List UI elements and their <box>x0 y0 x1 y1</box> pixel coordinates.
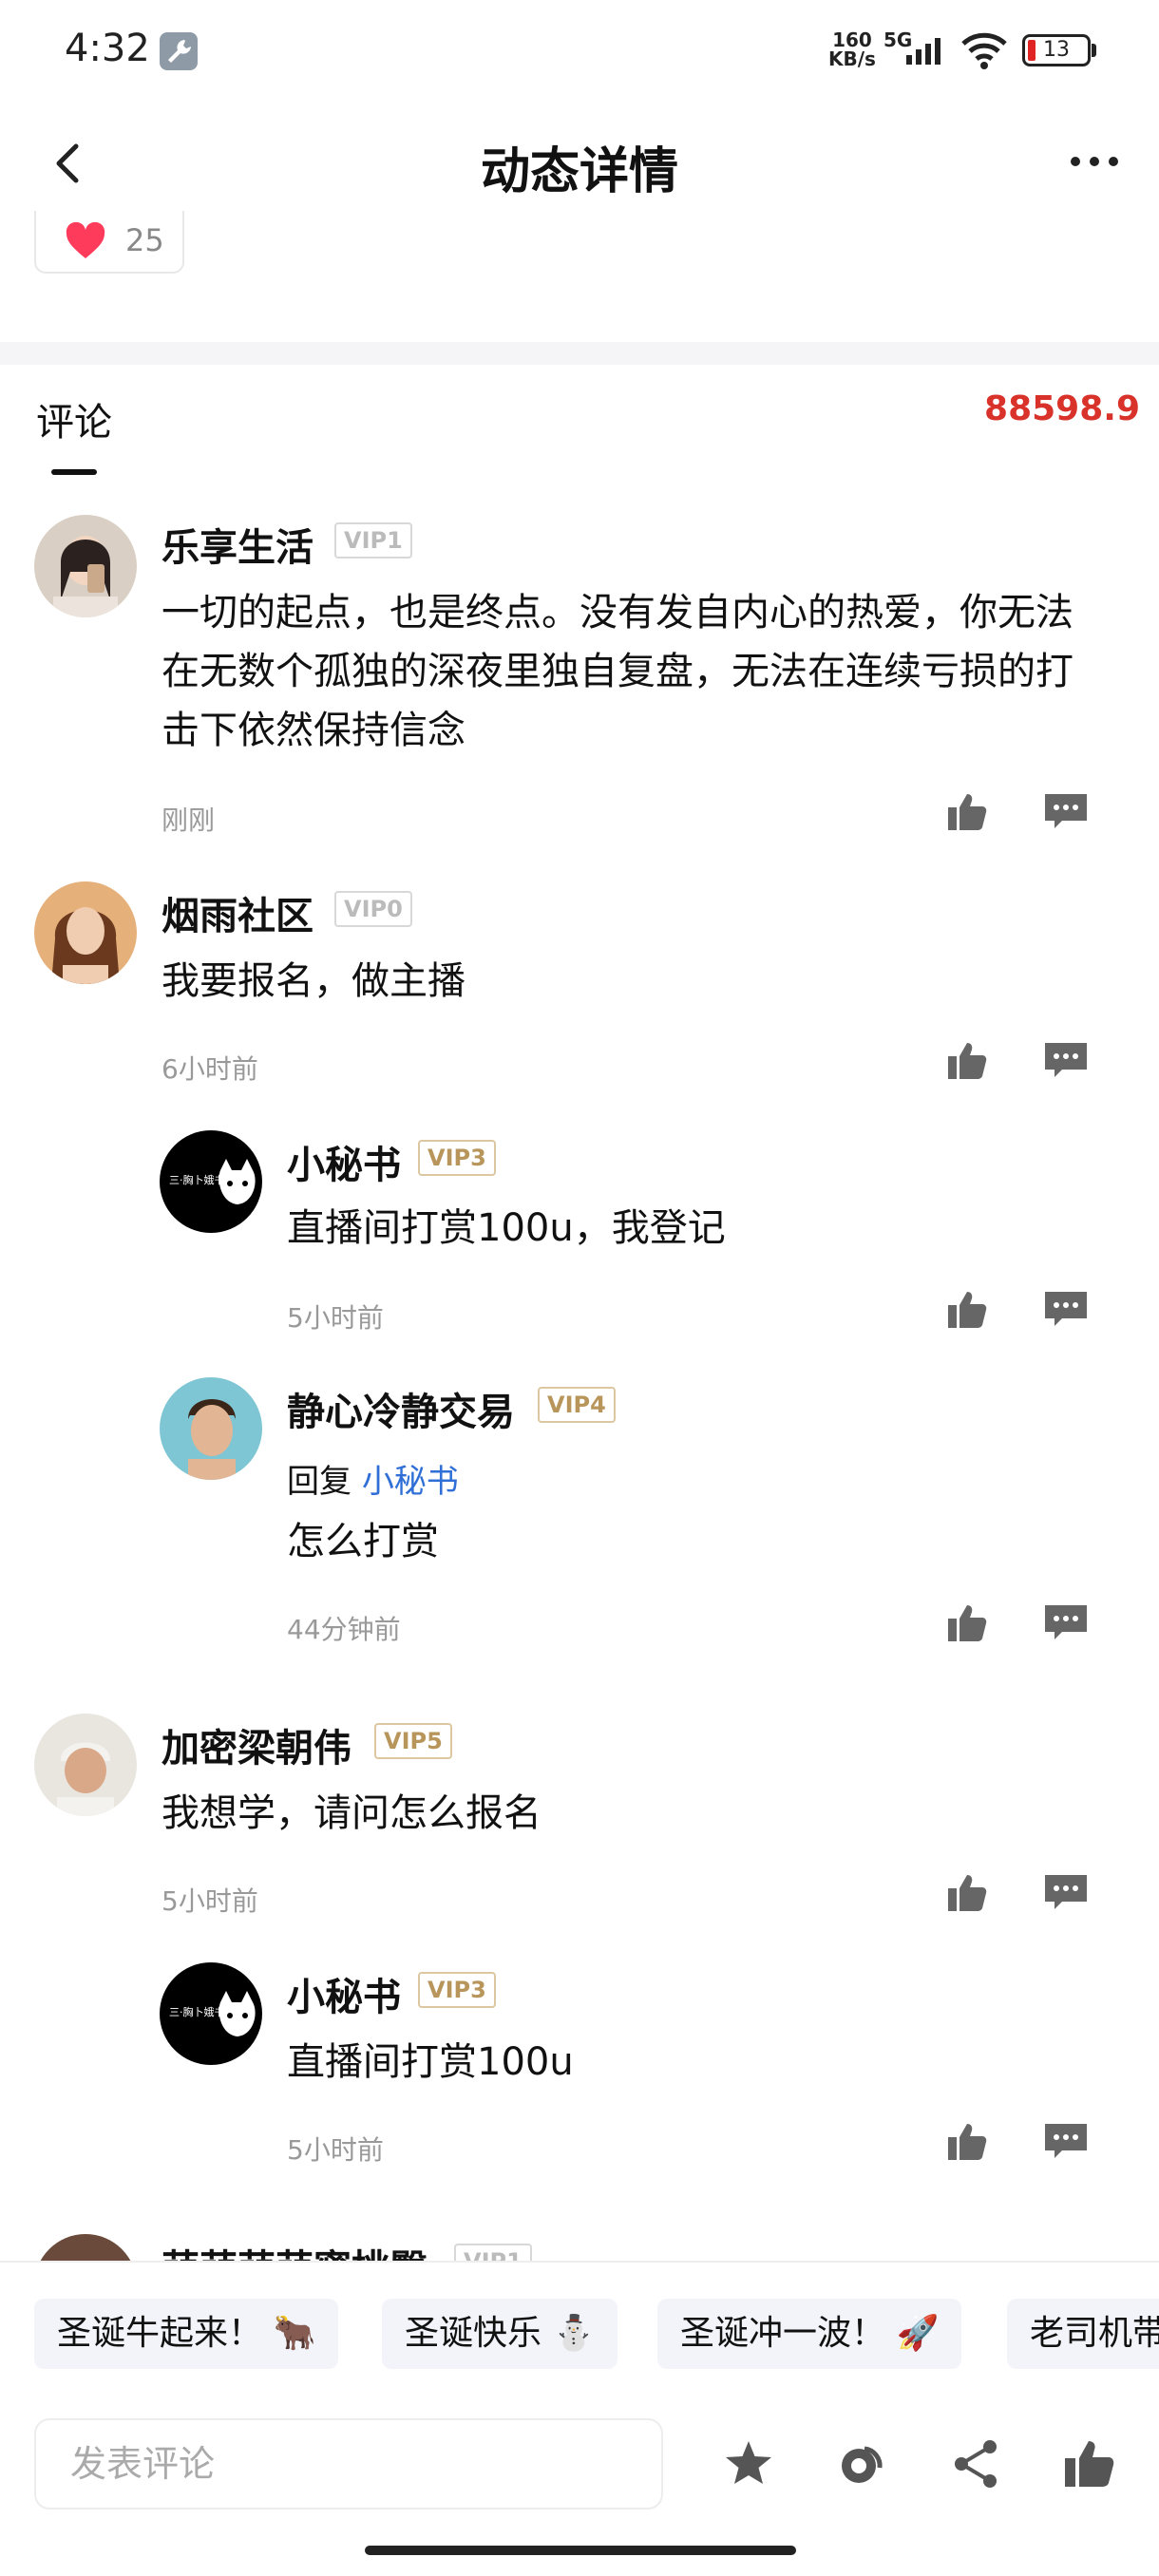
reply-icon[interactable] <box>1043 792 1089 830</box>
heart-icon <box>66 222 105 258</box>
net-speed-unit: KB/s <box>828 47 876 70</box>
reply-icon[interactable] <box>1043 1603 1089 1641</box>
reply-username[interactable]: 静心冷静交易 <box>287 1381 515 1436</box>
battery-indicator: 13 <box>1022 34 1091 66</box>
vip-badge: VIP4 <box>538 1387 616 1423</box>
vip-badge: VIP1 <box>454 2244 532 2261</box>
net-speed: 160 KB/s <box>828 30 876 68</box>
avatar[interactable]: 三·胸卜娥书？ <box>160 1962 262 2065</box>
thumbs-up-icon[interactable] <box>1062 2437 1115 2491</box>
vip-badge: VIP0 <box>334 891 412 927</box>
tab-underline <box>51 469 97 475</box>
reply-target: 回复 小秘书 <box>287 1455 459 1502</box>
reply-icon[interactable] <box>1043 2122 1089 2160</box>
more-icon[interactable] <box>1068 152 1121 171</box>
quick-reply-chip[interactable]: 老司机带 <box>1007 2299 1159 2369</box>
avatar[interactable] <box>34 881 137 984</box>
comment-time: 5小时前 <box>162 1885 258 1917</box>
reply-target-link[interactable]: 小秘书 <box>362 1463 459 1501</box>
avatar[interactable]: 三·胸卜娥书？ <box>160 1130 262 1233</box>
price-value: 88598.9 <box>984 389 1140 428</box>
section-divider <box>0 342 1159 365</box>
star-icon[interactable] <box>722 2437 775 2491</box>
battery-percent: 13 <box>1043 38 1070 62</box>
comment-username[interactable]: 萌萌萌萌蜜桃臀 <box>162 2238 428 2261</box>
battery-tip <box>1092 44 1096 57</box>
vip-badge: VIP1 <box>334 522 412 559</box>
avatar[interactable] <box>34 515 137 617</box>
comment-username[interactable]: 烟雨社区 <box>162 885 314 940</box>
reply-icon[interactable] <box>1043 1041 1089 1079</box>
home-indicator[interactable] <box>365 2546 796 2555</box>
thumbs-up-icon[interactable] <box>946 1288 988 1330</box>
page-title: 动态详情 <box>480 143 678 200</box>
reply-text: 怎么打赏 <box>287 1520 439 1563</box>
wrench-icon <box>160 32 198 70</box>
thumbs-up-icon[interactable] <box>946 2120 988 2162</box>
like-count: 25 <box>125 222 164 258</box>
reply-text: 直播间打赏100u，我登记 <box>287 1206 726 1250</box>
wifi-icon <box>961 32 1007 69</box>
tab-comments[interactable]: 评论 <box>36 391 112 446</box>
share-icon[interactable] <box>950 2437 1003 2491</box>
thumbs-up-icon[interactable] <box>946 1039 988 1081</box>
coin-icon[interactable] <box>836 2437 889 2491</box>
quick-reply-chip[interactable]: 圣诞冲一波！ 🚀 <box>657 2299 962 2369</box>
avatar[interactable] <box>34 2234 137 2261</box>
reply-text: 直播间打赏100u <box>287 2040 574 2084</box>
comment-text: 我要报名，做主播 <box>162 959 466 1003</box>
reply-icon[interactable] <box>1043 1290 1089 1328</box>
comment-time: 刚刚 <box>162 805 216 836</box>
reply-username[interactable]: 小秘书 <box>287 1134 401 1189</box>
vip-badge: VIP3 <box>418 1140 496 1176</box>
reply-username[interactable]: 小秘书 <box>287 1966 401 2021</box>
reply-time: 5小时前 <box>287 1302 384 1334</box>
comment-username[interactable]: 加密梁朝伟 <box>162 1717 352 1772</box>
status-time: 4:32 <box>65 27 150 70</box>
thumbs-up-icon[interactable] <box>946 1601 988 1643</box>
comment-input[interactable]: 发表评论 <box>34 2418 663 2510</box>
avatar[interactable] <box>160 1377 262 1480</box>
vip-badge: VIP5 <box>374 1723 452 1759</box>
like-button[interactable]: 25 <box>34 211 184 274</box>
comment-username[interactable]: 乐享生活 <box>162 517 314 572</box>
signal-icon <box>906 38 940 65</box>
thumbs-up-icon[interactable] <box>946 790 988 832</box>
reply-time: 5小时前 <box>287 2134 384 2166</box>
comment-time: 6小时前 <box>162 1053 258 1085</box>
comment-text: 一切的起点，也是终点。没有发自内心的热爱，你无法在无数个孤独的深夜里独自复盘，无… <box>162 591 1074 752</box>
quick-reply-chip[interactable]: 圣诞牛起来！ 🐂 <box>34 2299 339 2369</box>
quick-reply-chip[interactable]: 圣诞快乐 ⛄ <box>382 2299 618 2369</box>
comment-text: 我想学，请问怎么报名 <box>162 1791 542 1835</box>
reply-icon[interactable] <box>1043 1873 1089 1911</box>
reply-time: 44分钟前 <box>287 1614 401 1645</box>
net-speed-value: 160 <box>832 28 872 51</box>
thumbs-up-icon[interactable] <box>946 1871 988 1913</box>
avatar[interactable] <box>34 1714 137 1816</box>
vip-badge: VIP3 <box>418 1972 496 2008</box>
comment-item-partial: 萌萌萌萌蜜桃臀 VIP1 <box>0 2223 1159 2261</box>
reply-prefix: 回复 <box>287 1463 352 1501</box>
